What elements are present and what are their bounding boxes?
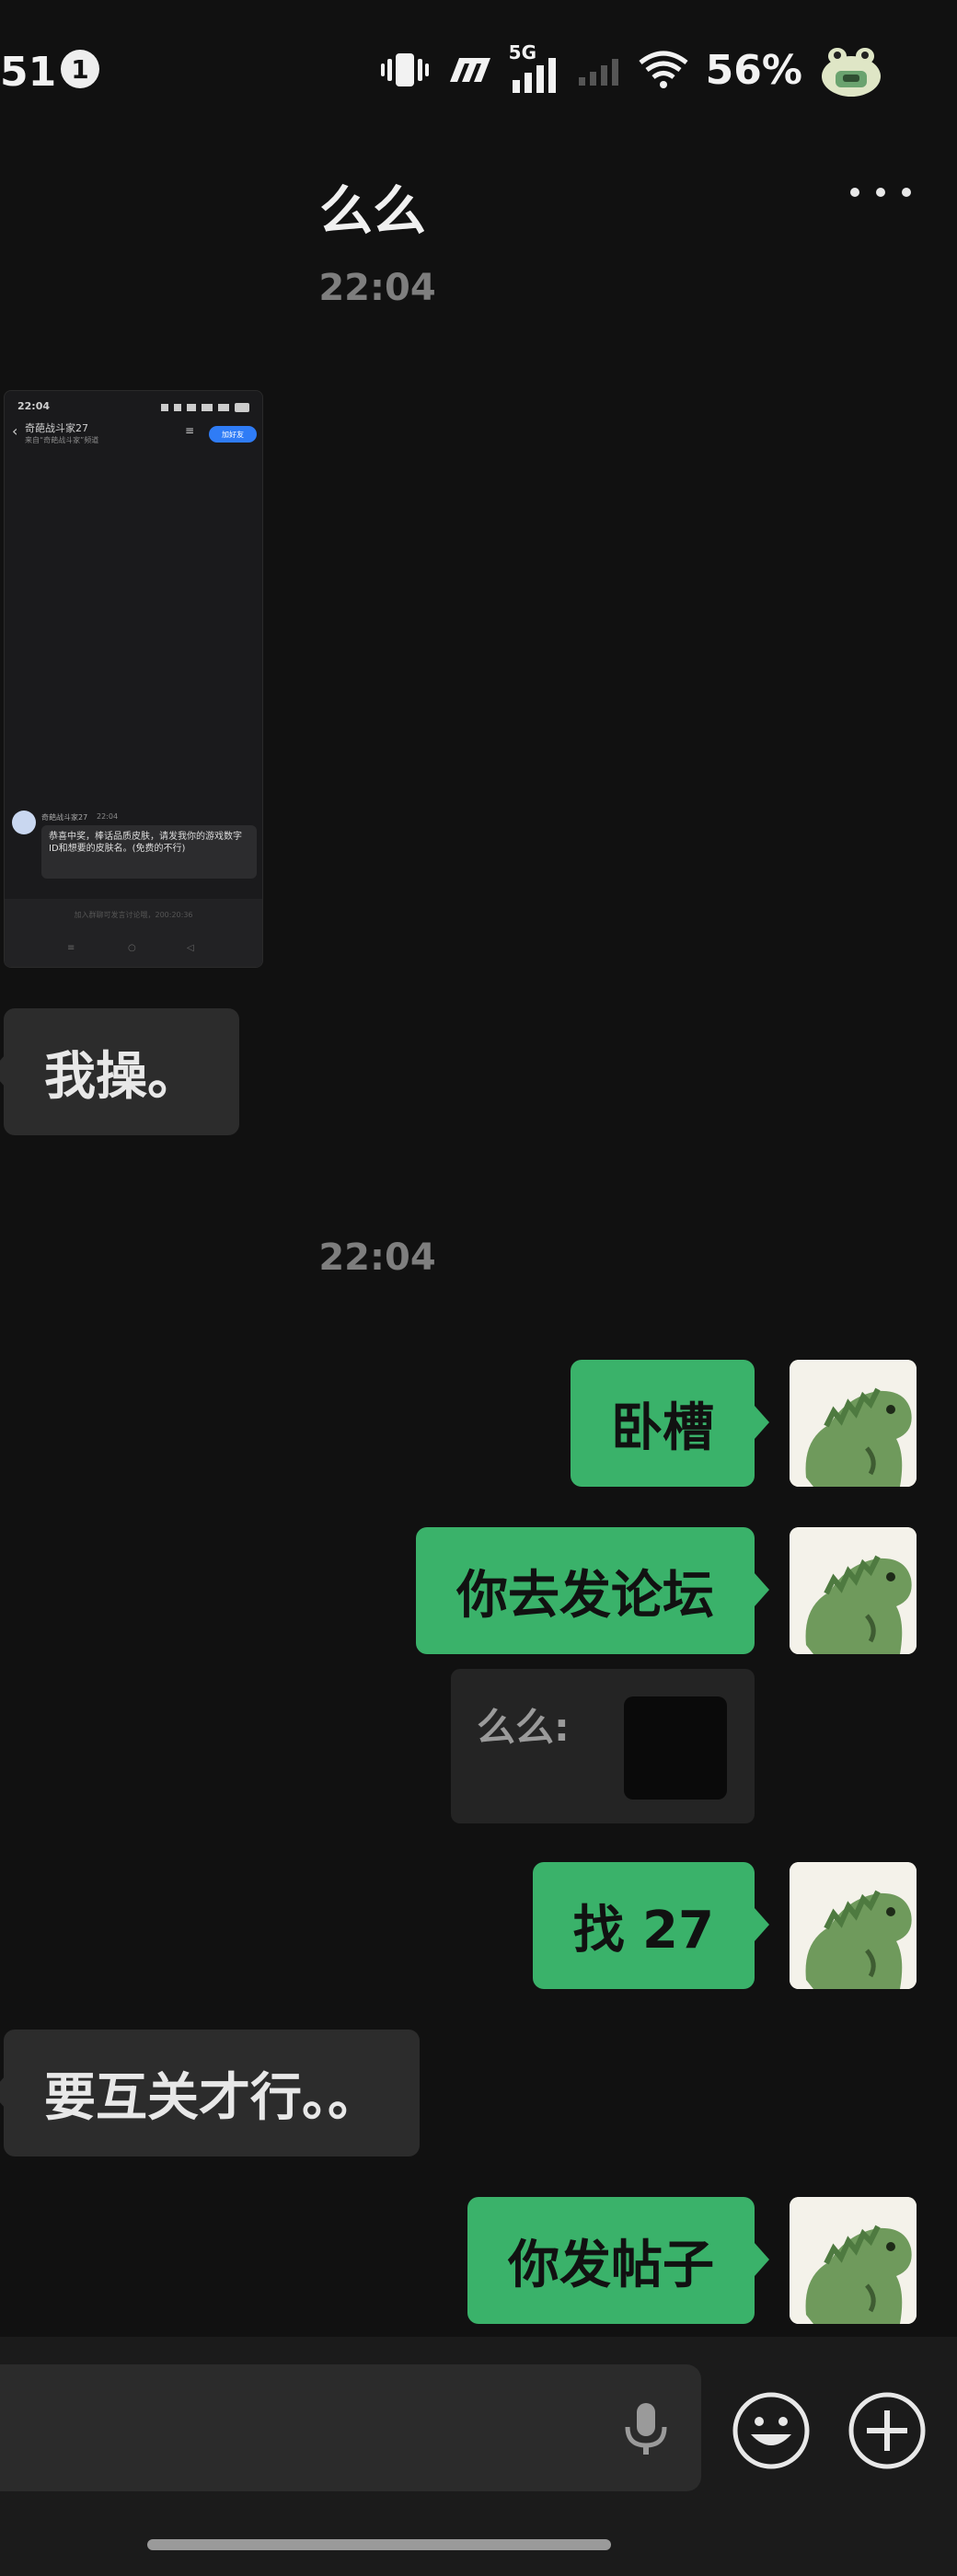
thumb-status-icons [161,403,249,412]
status-icons: 5G 56% [380,40,883,99]
outgoing-message[interactable]: 找 27 [532,1862,770,1989]
wifi-icon [639,51,688,88]
self-avatar[interactable] [790,1360,917,1487]
incoming-message[interactable]: 我操。 [0,1008,239,1135]
outgoing-message[interactable]: 卧槽 [571,1360,769,1487]
thumb-menu-icon: ≡ [185,424,195,437]
quoted-message[interactable]: 么么: [451,1669,755,1823]
outgoing-message[interactable]: 你发帖子 [467,2197,769,2324]
self-avatar[interactable] [790,1527,917,1654]
battery-percent: 56% [705,46,802,94]
thumb-follow-button: 加好友 [209,426,257,443]
thumb-message: 恭喜中奖，棒话品质皮肤，请发我你的游戏数字ID和想要的皮肤名。(免费的不行) [41,825,257,879]
emoji-icon[interactable] [731,2390,812,2471]
dinosaur-avatar-icon [790,1862,917,1989]
dinosaur-avatar-icon [790,1360,917,1487]
thumb-title: 奇葩战斗家27 [25,422,88,434]
nfc-icon [449,58,490,82]
chat-title: 么么 [318,179,426,242]
vibrate-icon [380,53,429,86]
home-indicator[interactable] [147,2539,611,2550]
thumb-bottom-bar: 加入群聊可发言讨论哦，200:20:36 ≡ ○ ◁ [5,899,262,967]
thumb-time: 22:04 [17,400,51,412]
notification-badge: 1 [61,50,99,88]
image-message-screenshot[interactable]: 22:04 ‹ 奇葩战斗家27 来自“奇葩战斗家”频道 ≡ 加好友 奇葩战斗家2… [4,390,263,968]
cellular-signal-icon [578,59,618,86]
dinosaur-avatar-icon [790,2197,917,2324]
quote-label: 么么: [477,1705,570,1750]
dinosaur-avatar-icon [790,1527,917,1654]
frog-mascot-icon [822,48,881,97]
incoming-message[interactable]: 要互关才行。。 [0,2030,420,2156]
thumb-subtitle: 来自“奇葩战斗家”频道 [25,436,99,444]
thumb-sender-avatar [12,811,36,834]
quote-image-thumbnail [624,1696,727,1800]
thumb-sender-name: 奇葩战斗家27 [41,813,88,822]
timestamp: 22:04 [318,267,436,309]
thumb-back-icon: ‹ [12,422,18,440]
outgoing-message[interactable]: 你去发论坛 [416,1527,769,1654]
status-time: 51 [0,49,57,96]
self-avatar[interactable] [790,2197,917,2324]
thumb-input-placeholder: 加入群聊可发言讨论哦，200:20:36 [74,911,193,919]
microphone-icon[interactable] [618,2399,674,2458]
message-input[interactable] [0,2364,701,2491]
cellular-5g-icon: 5G [509,41,560,95]
self-avatar[interactable] [790,1862,917,1989]
more-options-icon[interactable] [850,188,911,197]
plus-icon[interactable] [847,2390,928,2471]
timestamp: 22:04 [318,1236,436,1279]
thumb-sender-time: 22:04 [97,812,119,821]
